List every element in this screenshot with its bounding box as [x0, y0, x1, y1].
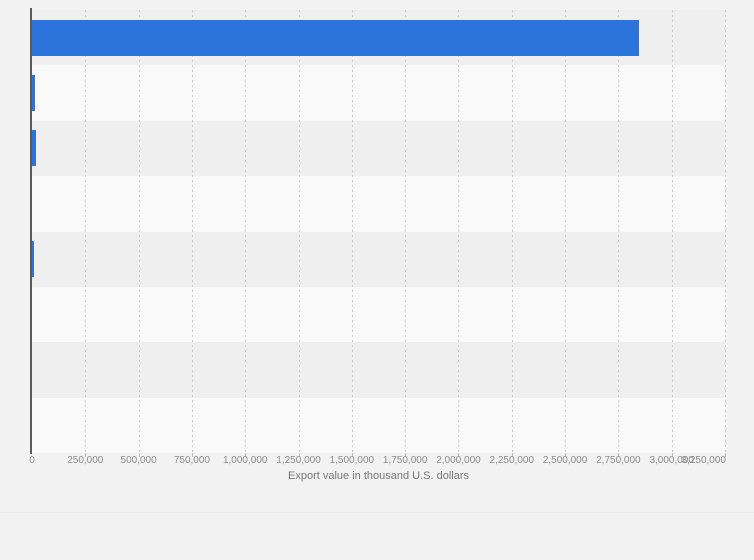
row-stripe: [32, 397, 725, 453]
footer-divider: [0, 512, 754, 513]
gridline: [725, 10, 726, 453]
gridline: [138, 10, 140, 453]
x-tick-label: 2,500,000: [542, 455, 588, 466]
gridline: [245, 10, 247, 453]
plot-area: [32, 10, 726, 453]
gridline: [191, 10, 193, 453]
gridline: [85, 10, 87, 453]
gridline: [618, 10, 620, 453]
gridline: [671, 10, 673, 453]
row-stripe: [32, 342, 725, 398]
bar[interactable]: [32, 75, 35, 112]
x-tick-label: 750,000: [173, 455, 210, 466]
x-axis-title: Export value in thousand U.S. dollars: [288, 470, 469, 482]
gridline: [565, 10, 567, 453]
x-tick-label: 3,250,000: [681, 455, 727, 466]
gridline: [405, 10, 407, 453]
x-tick-label: 0: [29, 455, 35, 466]
row-stripe: [32, 286, 725, 343]
bar[interactable]: [32, 130, 37, 167]
row-stripe: [32, 176, 725, 232]
x-tick-label: 2,000,000: [436, 455, 481, 466]
gridline: [298, 10, 300, 453]
x-tick-label: 1,000,000: [222, 455, 268, 466]
gridline: [458, 10, 460, 453]
bar[interactable]: [32, 19, 639, 56]
x-tick-label: 1,250,000: [276, 455, 321, 466]
x-tick-label: 1,750,000: [382, 455, 428, 466]
x-tick-label: 2,750,000: [596, 455, 641, 466]
chart-canvas: 0 250,000 500,000 750,000 1,000,000 1,250,000…: [0, 0, 754, 560]
x-tick-label: 2,250,000: [489, 455, 535, 466]
x-tick-label: 500,000: [120, 455, 157, 466]
row-stripe: [32, 65, 725, 121]
gridline: [511, 10, 513, 453]
y-axis-line: [30, 8, 32, 454]
x-tick-label: 1,500,000: [329, 455, 375, 466]
x-tick-label: 250,000: [67, 455, 104, 466]
row-stripe: [32, 231, 725, 287]
row-stripe: [32, 120, 725, 177]
bar[interactable]: [32, 241, 34, 278]
gridline: [351, 10, 353, 453]
